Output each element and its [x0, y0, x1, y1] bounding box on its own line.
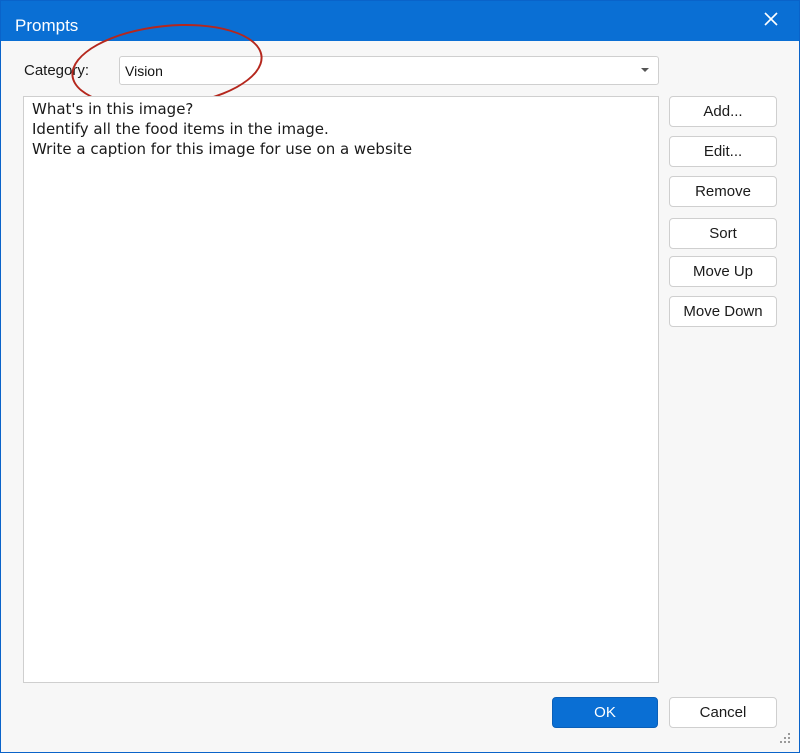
category-dropdown[interactable]: Vision: [119, 56, 659, 85]
dialog-title: Prompts: [15, 16, 79, 35]
remove-button[interactable]: Remove: [669, 176, 777, 207]
edit-button[interactable]: Edit...: [669, 136, 777, 167]
add-button[interactable]: Add...: [669, 96, 777, 127]
prompts-list[interactable]: What's in this image? Identify all the f…: [23, 96, 659, 683]
category-label: Category:: [24, 62, 90, 79]
close-button[interactable]: [759, 9, 783, 31]
dropdown-arrow-icon: [641, 68, 649, 72]
list-item[interactable]: What's in this image?: [32, 99, 193, 119]
cancel-button[interactable]: Cancel: [669, 697, 777, 728]
prompts-dialog: Prompts Category: Vision What's in this …: [0, 0, 800, 753]
resize-grip-icon[interactable]: [779, 732, 791, 744]
sort-button[interactable]: Sort: [669, 218, 777, 249]
title-bar: Prompts: [1, 1, 799, 41]
close-icon: [764, 12, 778, 26]
ok-button[interactable]: OK: [552, 697, 658, 728]
move-down-button[interactable]: Move Down: [669, 296, 777, 327]
list-item[interactable]: Write a caption for this image for use o…: [32, 139, 412, 159]
category-selected-value: Vision: [125, 63, 163, 79]
list-item[interactable]: Identify all the food items in the image…: [32, 119, 329, 139]
move-up-button[interactable]: Move Up: [669, 256, 777, 287]
